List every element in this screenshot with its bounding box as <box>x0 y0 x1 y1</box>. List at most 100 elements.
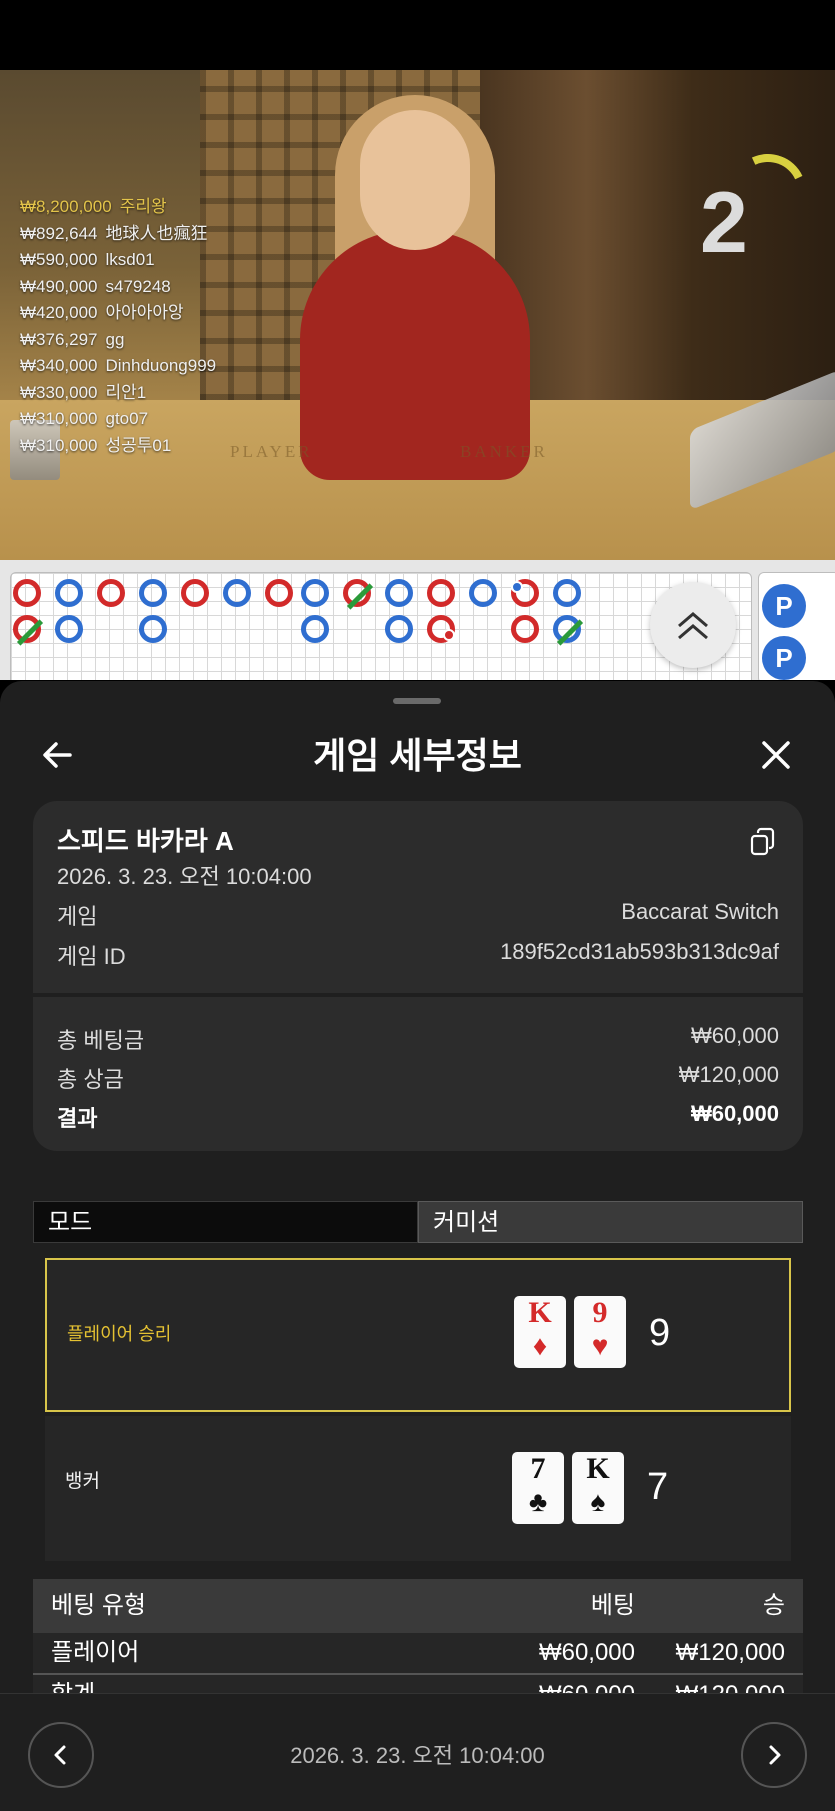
column-bet: 베팅 <box>590 1592 635 1619</box>
player-badge: P <box>762 584 806 628</box>
bead-road[interactable]: P P <box>0 560 835 680</box>
bead-player <box>139 615 167 643</box>
total-win-value: ₩120,000 <box>678 1062 779 1087</box>
mode-row: 모드 커미션 <box>33 1201 803 1243</box>
winner-entry: ₩340,000 Dinhduong999 <box>20 356 217 375</box>
banker-outcome: 뱅커 7 ♣ K ♠ 7 <box>45 1416 791 1561</box>
bead-banker <box>511 615 539 643</box>
bead-player <box>55 615 83 643</box>
bet-amount-cell: ₩60,000 <box>538 1639 635 1666</box>
total-win-label: 총 상금 <box>57 1067 124 1092</box>
bead-player <box>553 579 581 607</box>
game-summary-card: 스피드 바카라 A 2026. 3. 23. 오전 10:04:00 게임 Ba… <box>33 801 803 1151</box>
bead-player <box>553 615 584 646</box>
back-button[interactable] <box>36 733 80 777</box>
playing-card: 9 ♥ <box>574 1296 626 1368</box>
playing-card: K ♦ <box>514 1296 566 1368</box>
winner-entry: ₩420,000 아아아아앙 <box>20 303 184 322</box>
copy-icon <box>750 827 775 856</box>
banker-outcome-label: 뱅커 <box>65 1471 100 1492</box>
result-row: 결과 ₩60,000 <box>57 1101 779 1133</box>
game-id-label: 게임 ID <box>57 944 126 969</box>
history-navigation: 2026. 3. 23. 오전 10:04:00 <box>0 1693 835 1811</box>
next-game-button[interactable] <box>741 1722 807 1788</box>
game-details-sheet: 게임 세부정보 스피드 바카라 A 2026. 3. 23. 오전 10:04:… <box>0 681 835 1810</box>
result-value: ₩60,000 <box>690 1101 779 1126</box>
bets-table-header: 베팅 유형 베팅 승 <box>33 1579 803 1633</box>
game-type-label: 게임 <box>57 904 98 929</box>
bead-player <box>385 615 413 643</box>
arrow-left-icon <box>43 742 72 768</box>
bead-banker <box>427 615 455 643</box>
winner-entry: ₩892,644 地球人也瘋狂 <box>20 223 208 243</box>
bead-banker <box>13 579 41 607</box>
winners-list: ₩8,200,000 주리왕 ₩892,644 地球人也瘋狂 ₩590,000 lks… <box>20 194 216 459</box>
dealer-head <box>360 110 470 250</box>
winner-entry: ₩310,000 성공투01 <box>20 435 172 455</box>
playing-card: 7 ♣ <box>512 1452 564 1524</box>
total-bet-value: ₩60,000 <box>690 1023 779 1048</box>
table-row: 플레이어 ₩60,000 ₩120,000 <box>33 1633 803 1675</box>
table-label-banker: BANKER <box>460 442 548 461</box>
total-win-row: 총 상금 ₩120,000 <box>57 1062 779 1094</box>
bead-banker <box>511 579 539 607</box>
win-amount-cell: ₩120,000 <box>675 1639 785 1666</box>
column-win: 승 <box>762 1592 785 1619</box>
playing-card: K ♠ <box>572 1452 624 1524</box>
result-label: 결과 <box>57 1106 98 1131</box>
winner-entry: ₩330,000 리안1 <box>20 382 147 402</box>
bead-banker <box>343 579 374 610</box>
chevron-right-icon <box>769 1745 781 1765</box>
bead-player <box>301 579 329 607</box>
player-badge: P <box>762 636 806 680</box>
player-total: 9 <box>649 1312 671 1354</box>
bead-player <box>469 579 497 607</box>
winner-entry: ₩376,297 gg <box>20 329 125 349</box>
bead-banker <box>13 615 44 646</box>
bead-player <box>55 579 83 607</box>
bead-banker <box>427 579 455 607</box>
footer-datetime: 2026. 3. 23. 오전 10:04:00 <box>290 1743 545 1768</box>
winner-entry: ₩590,000 lksd01 <box>20 250 155 269</box>
game-id-value: 189f52cd31ab593b313dc9af <box>500 939 779 964</box>
table-label-player: PLAYER <box>230 442 313 461</box>
club-suit-icon: ♣ <box>528 1487 548 1518</box>
close-button[interactable] <box>754 733 798 777</box>
player-outcome-label: 플레이어 승리 <box>67 1324 172 1344</box>
live-video-stream: PLAYER BANKER ₩8,200,000 주리왕 ₩892,644 地球人也… <box>0 70 835 560</box>
heart-suit-icon: ♥ <box>591 1331 609 1362</box>
game-id-row: 게임 ID 189f52cd31ab593b313dc9af <box>57 939 779 971</box>
game-type-value: Baccarat Switch <box>621 899 779 924</box>
winner-entry: ₩490,000 s479248 <box>20 276 171 296</box>
bead-banker <box>97 579 125 607</box>
expand-roadmap-button[interactable] <box>650 582 736 668</box>
winner-entry: ₩310,000 gto07 <box>20 409 149 428</box>
game-type-row: 게임 Baccarat Switch <box>57 899 779 931</box>
bead-banker <box>181 579 209 607</box>
total-bet-row: 총 베팅금 ₩60,000 <box>57 1023 779 1055</box>
diamond-suit-icon: ♦ <box>532 1331 548 1362</box>
game-datetime: 2026. 3. 23. 오전 10:04:00 <box>57 864 312 889</box>
banker-total: 7 <box>647 1466 669 1508</box>
double-chevron-up-icon <box>678 612 708 640</box>
sheet-header: 게임 세부정보 <box>0 721 835 791</box>
countdown-timer: 2 <box>700 175 748 271</box>
bead-player <box>223 579 251 607</box>
bet-type-cell: 플레이어 <box>51 1639 140 1666</box>
divider <box>33 993 803 997</box>
column-bet-type: 베팅 유형 <box>51 1592 146 1619</box>
player-outcome: 플레이어 승리 K ♦ 9 ♥ 9 <box>45 1258 791 1412</box>
copy-button[interactable] <box>749 827 777 857</box>
page-title: 게임 세부정보 <box>313 735 522 776</box>
bead-road-grid <box>10 572 752 680</box>
status-bar <box>0 0 835 70</box>
player-cards: K ♦ 9 ♥ <box>514 1296 626 1368</box>
bead-player <box>385 579 413 607</box>
spade-suit-icon: ♠ <box>590 1487 606 1518</box>
total-bet-label: 총 베팅금 <box>57 1028 145 1053</box>
game-name: 스피드 바카라 A <box>57 826 234 856</box>
winner-entry: ₩8,200,000 주리왕 <box>20 197 167 216</box>
drag-handle[interactable] <box>393 698 441 704</box>
bead-player <box>139 579 167 607</box>
background-curtain <box>480 70 835 430</box>
